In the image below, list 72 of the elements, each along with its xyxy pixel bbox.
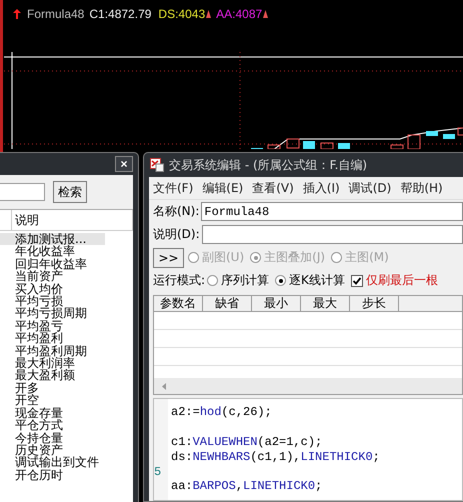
search-button[interactable]: 检索 — [53, 181, 87, 203]
list-item[interactable]: 现金存量 — [0, 406, 105, 420]
name-field[interactable]: Formula48 — [201, 202, 463, 221]
candle — [268, 144, 280, 149]
radio-button[interactable]: 逐K线计算 — [275, 272, 345, 289]
list-item[interactable]: 最大盈利额 — [0, 369, 105, 382]
code-line: ds:NEWHBARS(c1,1),LINETHICK0; — [170, 450, 380, 464]
list-item[interactable]: 开多 — [0, 382, 105, 394]
list-item[interactable]: 最大利润率 — [0, 357, 105, 370]
candle — [390, 144, 404, 149]
line-number: 5 — [154, 464, 162, 479]
candle — [426, 131, 438, 136]
column-header[interactable]: 参数名 — [154, 296, 203, 311]
checkbox-label: 仅刷最后一根 — [366, 272, 438, 289]
list-item[interactable]: 添加测试报... — [0, 233, 105, 246]
search-field[interactable] — [0, 183, 45, 201]
formula-name: Formula48 — [27, 7, 84, 21]
up-marker-icon — [206, 10, 212, 18]
list-item[interactable]: 平均盈亏 — [0, 320, 105, 332]
menu-item[interactable]: 调试(D) — [348, 180, 392, 196]
list-item[interactable]: 平仓方式 — [0, 419, 105, 432]
code-line: a2:=hod(c,26); — [170, 405, 272, 420]
candle — [338, 143, 350, 149]
legend-value: C1:4872.79 — [89, 7, 152, 21]
candle — [443, 134, 455, 139]
list-item[interactable]: 年化收益率 — [0, 245, 105, 258]
menu-item[interactable]: 帮助(H) — [400, 180, 443, 196]
candle — [286, 138, 300, 148]
menu-item[interactable]: 插入(I) — [302, 180, 340, 196]
close-button[interactable]: × — [115, 156, 133, 172]
legend-value: AA:4087 — [216, 7, 262, 21]
column-header[interactable]: 步长 — [350, 296, 399, 311]
column-header[interactable]: 最小 — [252, 296, 301, 311]
list-item[interactable]: 开仓历时 — [0, 468, 105, 482]
app-icon — [150, 158, 164, 172]
scrollbar[interactable] — [154, 378, 462, 394]
radio-button[interactable]: 序列计算 — [207, 272, 270, 289]
list-item[interactable]: 今持仓量 — [0, 432, 105, 444]
description-field[interactable] — [202, 225, 463, 244]
list-item[interactable]: 平均盈利 — [0, 332, 105, 345]
candle — [320, 142, 334, 149]
menu-item[interactable]: 文件(F) — [153, 180, 194, 196]
list-item[interactable]: 平均亏损 — [0, 295, 105, 308]
list-item[interactable]: 平均亏损周期 — [0, 307, 105, 320]
column-header: 说明 — [12, 210, 133, 230]
list-item[interactable]: 历史资产 — [0, 444, 105, 456]
candle — [458, 128, 463, 136]
expand-button[interactable]: >> — [153, 248, 184, 268]
list-item[interactable]: 买入均价 — [0, 282, 105, 296]
menu-item[interactable]: 查看(V) — [252, 180, 294, 196]
code-editor[interactable]: 5 a2:=hod(c,26); c1:VALUEWHEN(a2=1,c); ds:NEWHBARS(c1,1),LINETHICK0; aa:BARPOS,LINETHICK0; — [153, 398, 463, 501]
list-item[interactable]: 平均盈利周期 — [0, 344, 105, 358]
field-label: 运行模式: — [153, 272, 206, 289]
list-item[interactable]: 回归年收益率 — [0, 258, 105, 270]
column-header[interactable]: 缺省 — [203, 296, 252, 311]
code-line: aa:BARPOS,LINETHICK0; — [170, 479, 322, 494]
list-item[interactable]: 开空 — [0, 394, 105, 407]
candle — [408, 134, 420, 149]
checkbox[interactable] — [350, 274, 363, 286]
list-item[interactable]: 调试输出到文件 — [0, 456, 105, 469]
field-label: 说明(D): — [153, 226, 200, 243]
up-marker-icon — [263, 10, 268, 18]
candle — [303, 141, 315, 149]
menu-item[interactable]: 编辑(E) — [202, 180, 244, 196]
code-line: c1:VALUEWHEN(a2=1,c); — [170, 434, 322, 449]
left-arrow-icon — [162, 382, 166, 390]
list-item[interactable]: 当前资产 — [0, 270, 105, 283]
window-title: 交易系统编辑 - (所属公式组：F.自编) — [169, 156, 368, 174]
legend-value: DS:4043 — [158, 7, 206, 21]
column-header[interactable]: 最大 — [301, 296, 350, 311]
field-label: 名称(N): — [153, 203, 200, 220]
arrow-icon — [13, 9, 21, 19]
